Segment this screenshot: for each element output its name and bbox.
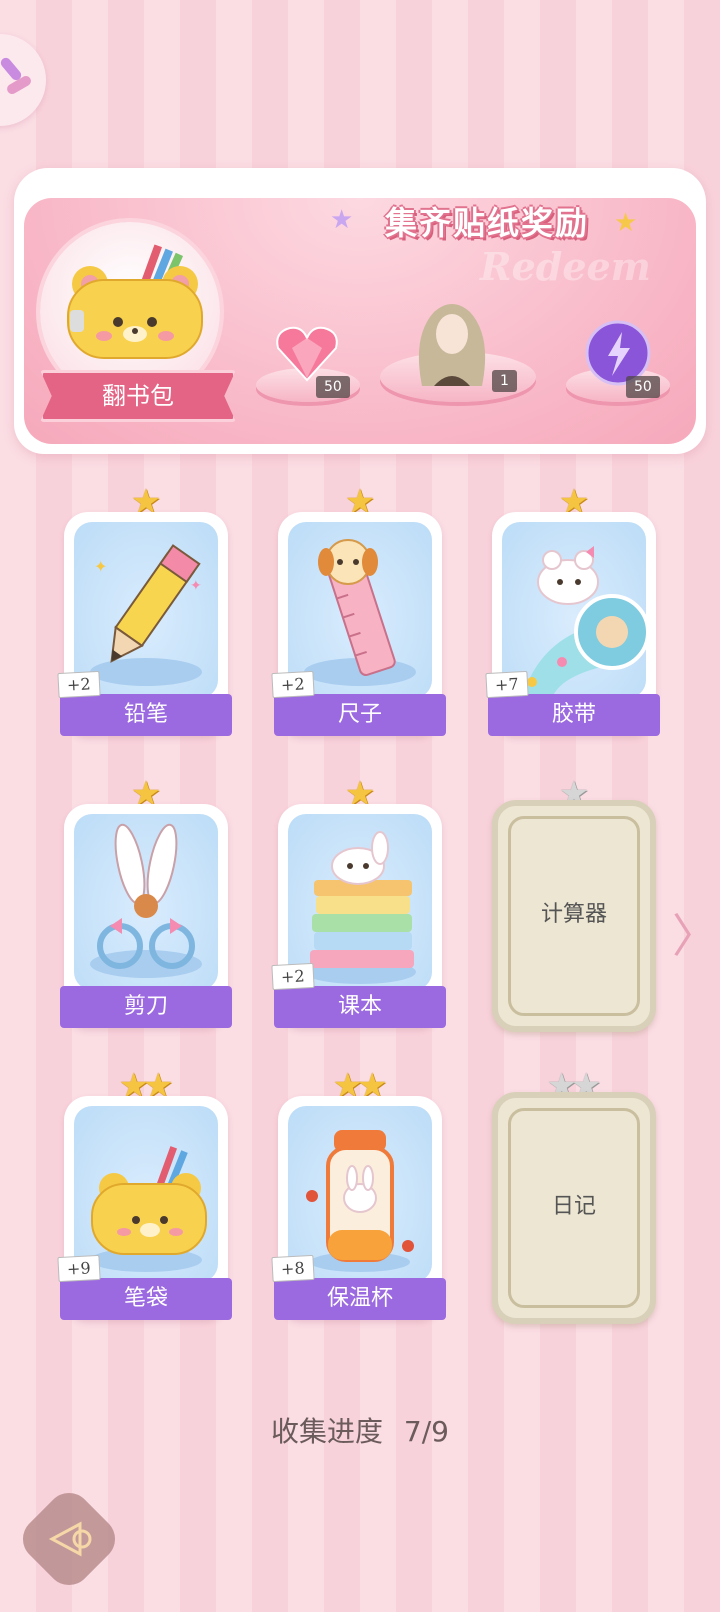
svg-text:✦: ✦ [94, 557, 107, 576]
progress-label: 收集进度 [271, 1415, 384, 1448]
count-badge: +2 [271, 962, 315, 991]
progress-value: 7/9 [403, 1415, 449, 1448]
count-badge: +7 [485, 670, 529, 699]
back-arrow-icon [48, 1521, 92, 1557]
card-label: 计算器 [540, 902, 607, 927]
card-label: 剪刀 [60, 986, 232, 1028]
doll-avatar-icon[interactable] [404, 296, 500, 388]
count-badge: +2 [271, 670, 315, 699]
reward-count: 1 [492, 370, 517, 392]
card-label: 笔袋 [60, 1278, 232, 1320]
pink-heart-gem-icon[interactable] [272, 322, 342, 384]
banner-title: 集齐贴纸奖励 [384, 204, 589, 242]
sticker-card-thermos[interactable]: +8 保温杯 [271, 1096, 446, 1320]
svg-text:✦: ✦ [190, 578, 202, 594]
count-badge: +8 [271, 1254, 315, 1283]
next-page-arrow-icon[interactable]: 〉 [672, 900, 718, 966]
card-label: 课本 [274, 986, 446, 1028]
count-badge: +9 [57, 1254, 101, 1283]
scissors-icon [90, 823, 202, 978]
collection-progress: 收集进度 7/9 [0, 1410, 720, 1450]
sticker-card-ruler[interactable]: +2 尺子 [271, 512, 446, 736]
card-label: 尺子 [274, 694, 446, 736]
reward-count: 50 [626, 376, 660, 398]
reward-count: 50 [316, 376, 350, 398]
sticker-card-textbook[interactable]: +2 课本 [271, 804, 446, 1028]
sticker-card-pencil[interactable]: ✦ ✦ +2 铅笔 [57, 512, 232, 736]
card-label: 保温杯 [274, 1278, 446, 1320]
sticker-card-pencil-case[interactable]: +9 笔袋 [57, 1096, 232, 1320]
star-icon: ★ [330, 205, 354, 235]
sticker-card-scissors[interactable]: 剪刀 [60, 804, 232, 1028]
card-label: 胶带 [488, 694, 660, 736]
sticker-card-tape[interactable]: +7 胶带 [485, 512, 660, 736]
sticker-card-diary-locked[interactable]: 日记 [492, 1092, 656, 1324]
card-label: 日记 [551, 1194, 596, 1219]
pouch-label: 翻书包 [40, 370, 236, 422]
corner-menu-button[interactable] [0, 34, 46, 126]
card-label: 铅笔 [60, 694, 232, 736]
sticker-card-calculator-locked[interactable]: 计算器 [492, 800, 656, 1032]
banner-deco-text: Redeem [480, 244, 651, 289]
count-badge: +2 [57, 670, 101, 699]
